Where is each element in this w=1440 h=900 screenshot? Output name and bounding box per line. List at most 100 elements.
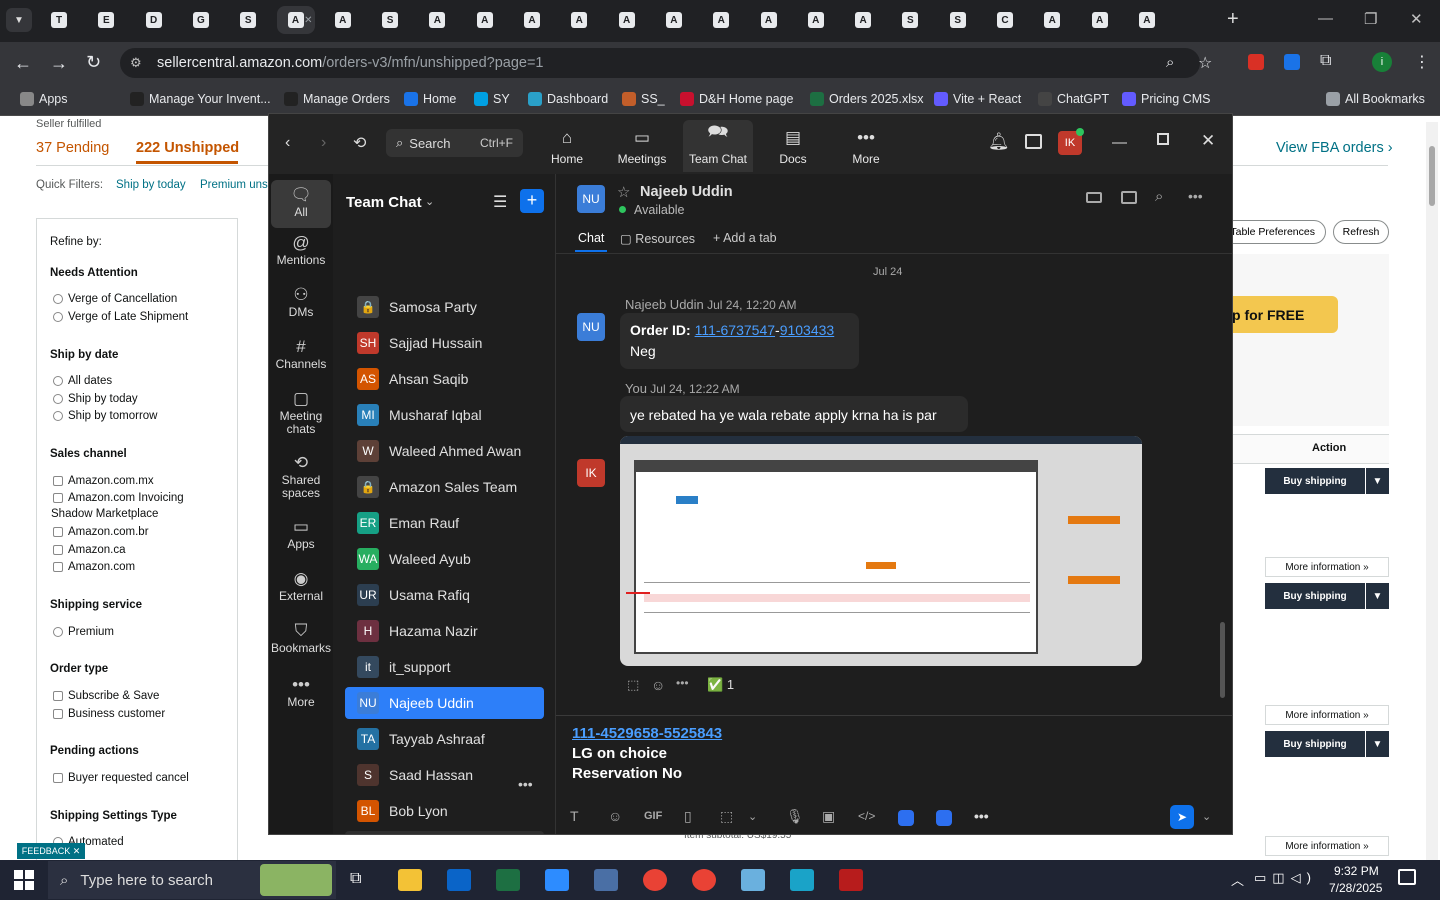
rail-mentions[interactable]: @ Mentions [271, 234, 331, 267]
buy-shipping-dropdown[interactable]: ▼ [1366, 468, 1389, 494]
zoom-icon[interactable] [535, 860, 579, 900]
more-options-icon[interactable]: ••• [676, 676, 689, 690]
browser-tab[interactable]: A [655, 6, 693, 34]
rail-all[interactable]: 🗨︎ All [271, 180, 331, 228]
nav-meetings[interactable]: ▭ Meetings [607, 120, 677, 172]
menu-kebab-icon[interactable]: ⋮ [1414, 52, 1430, 72]
reload-icon[interactable]: ↻ [86, 52, 101, 73]
video-call-icon[interactable] [1086, 192, 1102, 203]
tray-chevron-icon[interactable]: ︿ [1231, 870, 1244, 889]
browser-tab[interactable]: S [891, 6, 929, 34]
table-prefs-button[interactable]: Table Preferences [1222, 220, 1326, 244]
rail-shared-spaces[interactable]: ⟲ Shared spaces [271, 454, 331, 500]
bookmark-item[interactable]: Orders 2025.xlsx [810, 92, 923, 106]
browser-tab[interactable]: A [608, 6, 646, 34]
microphone-icon[interactable]: 🎙︎ [786, 808, 804, 825]
feedback-tab[interactable]: FEEDBACK ✕ [17, 843, 85, 859]
rail-meeting-chats[interactable]: ▢ Meeting chats [271, 390, 331, 436]
nav-team-chat[interactable]: 🗪︎ Team Chat [683, 120, 753, 172]
start-button[interactable] [14, 870, 34, 890]
contact-item[interactable]: S Saad Hassan [345, 759, 544, 791]
screenshot-attachment[interactable] [620, 436, 1142, 666]
browser-tab[interactable]: A [1128, 6, 1166, 34]
filter-channel-mx[interactable]: Amazon.com.mx [53, 475, 154, 487]
bookmark-star-icon[interactable]: ☆ [1198, 53, 1212, 73]
tab-chat[interactable]: Chat [578, 231, 604, 245]
share-screen-icon[interactable] [1121, 191, 1137, 204]
search-icon[interactable]: ⌕ [1155, 188, 1163, 205]
contact-item[interactable]: SH Sajjad Hussain [345, 327, 544, 359]
close-icon[interactable]: ✕ [1410, 10, 1423, 28]
filter-ship-tomorrow[interactable]: Ship by tomorrow [53, 410, 157, 422]
reply-icon[interactable]: ⬚ [627, 677, 639, 693]
bookmark-item[interactable]: Apps [20, 92, 68, 106]
text-format-icon[interactable]: T [570, 808, 579, 824]
browser-tab[interactable]: C [986, 6, 1024, 34]
calendar-icon[interactable] [1025, 134, 1042, 149]
url-text[interactable]: sellercentral.amazon.com/orders-v3/mfn/u… [157, 55, 544, 71]
rail-apps[interactable]: ▭ Apps [271, 518, 331, 551]
browser-tab[interactable]: A [750, 6, 788, 34]
new-tab-button[interactable]: + [1227, 8, 1239, 31]
more-info-button[interactable]: More information » [1265, 557, 1389, 577]
bookmark-item[interactable]: D&H Home page [680, 92, 794, 106]
filter-subscribe[interactable]: Subscribe & Save [53, 690, 159, 702]
bookmark-item[interactable]: SS_ [622, 92, 665, 106]
restore-icon[interactable]: ❐ [1364, 10, 1377, 28]
browser-tab[interactable]: A [513, 6, 551, 34]
browser-tab[interactable]: A [324, 6, 362, 34]
contact-item[interactable]: it it_support [345, 651, 544, 683]
browser-tab[interactable]: T [40, 6, 78, 34]
more-options-icon[interactable]: ••• [1188, 188, 1203, 204]
chevron-down-icon[interactable]: ⌄ [425, 195, 434, 208]
qf-ship-today[interactable]: Ship by today [116, 179, 186, 191]
compose-link[interactable]: 111-4529658-5525843 [572, 725, 722, 742]
browser-tab[interactable]: E [87, 6, 125, 34]
more-info-button[interactable]: More information » [1265, 705, 1389, 725]
contact-item[interactable]: BL Bob Lyon [345, 795, 544, 827]
bookmark-item[interactable]: Dashboard [528, 92, 608, 106]
chevron-down-icon[interactable]: ⌄ [1202, 810, 1211, 823]
browser-tab[interactable]: A [560, 6, 598, 34]
extensions-puzzle-icon[interactable]: ⧉ [1320, 52, 1331, 70]
emoji-react-icon[interactable]: ☺ [651, 677, 665, 693]
filter-verge-cancel[interactable]: Verge of Cancellation [53, 293, 177, 305]
minimize-icon[interactable]: — [1318, 10, 1333, 27]
buy-shipping-button[interactable]: Buy shipping [1265, 468, 1365, 494]
contact-more-icon[interactable]: ••• [518, 776, 533, 792]
nav-more[interactable]: ••• More [831, 120, 901, 172]
browser-tab[interactable]: S [371, 6, 409, 34]
tab-resources[interactable]: ▢ Resources [620, 231, 695, 246]
contact-item[interactable]: 🔒 Amazon Sales Team [345, 471, 544, 503]
filter-premium[interactable]: Premium [53, 626, 114, 638]
browser-tab[interactable]: A [466, 6, 504, 34]
contact-item[interactable]: NU Najeeb Uddin [345, 687, 544, 719]
bookmark-item[interactable]: Pricing CMS [1122, 92, 1210, 106]
video-message-icon[interactable]: ▣ [822, 808, 835, 825]
bookmark-item[interactable]: Manage Orders [284, 92, 390, 106]
rail-dms[interactable]: ⚇ DMs [271, 286, 331, 319]
more-options-icon[interactable]: ••• [974, 808, 989, 824]
tab-close-icon[interactable]: ✕ [304, 15, 312, 26]
forward-icon[interactable]: → [50, 53, 68, 74]
filter-all-dates[interactable]: All dates [53, 375, 112, 387]
filter-verge-late[interactable]: Verge of Late Shipment [53, 311, 188, 323]
app-icon[interactable] [790, 869, 814, 891]
app-icon[interactable] [898, 810, 914, 826]
outlook-icon[interactable] [447, 869, 471, 891]
nav-docs[interactable]: ▤ Docs [758, 120, 828, 172]
emoji-icon[interactable]: ☺ [608, 808, 622, 824]
contact-item[interactable]: UR Usama Rafiq [345, 579, 544, 611]
rail-external[interactable]: ◉ External [271, 570, 331, 603]
excel-icon[interactable] [496, 869, 520, 891]
filter-channel-invoicing[interactable]: Amazon.com Invoicing [53, 492, 184, 504]
maximize-icon[interactable] [1157, 133, 1169, 145]
unshipped-tab[interactable]: 222 Unshipped [136, 140, 239, 156]
file-icon[interactable]: ▯ [684, 808, 692, 825]
contact-item[interactable]: W Waleed Ahmed Awan [345, 435, 544, 467]
clock-time[interactable]: 9:32 PM [1334, 864, 1379, 878]
contact-item[interactable]: AAAsad Ali Khan [345, 831, 544, 834]
qf-premium[interactable]: Premium uns [200, 179, 268, 191]
bookmark-item[interactable]: ChatGPT [1038, 92, 1109, 106]
buy-shipping-button[interactable]: Buy shipping [1265, 583, 1365, 609]
